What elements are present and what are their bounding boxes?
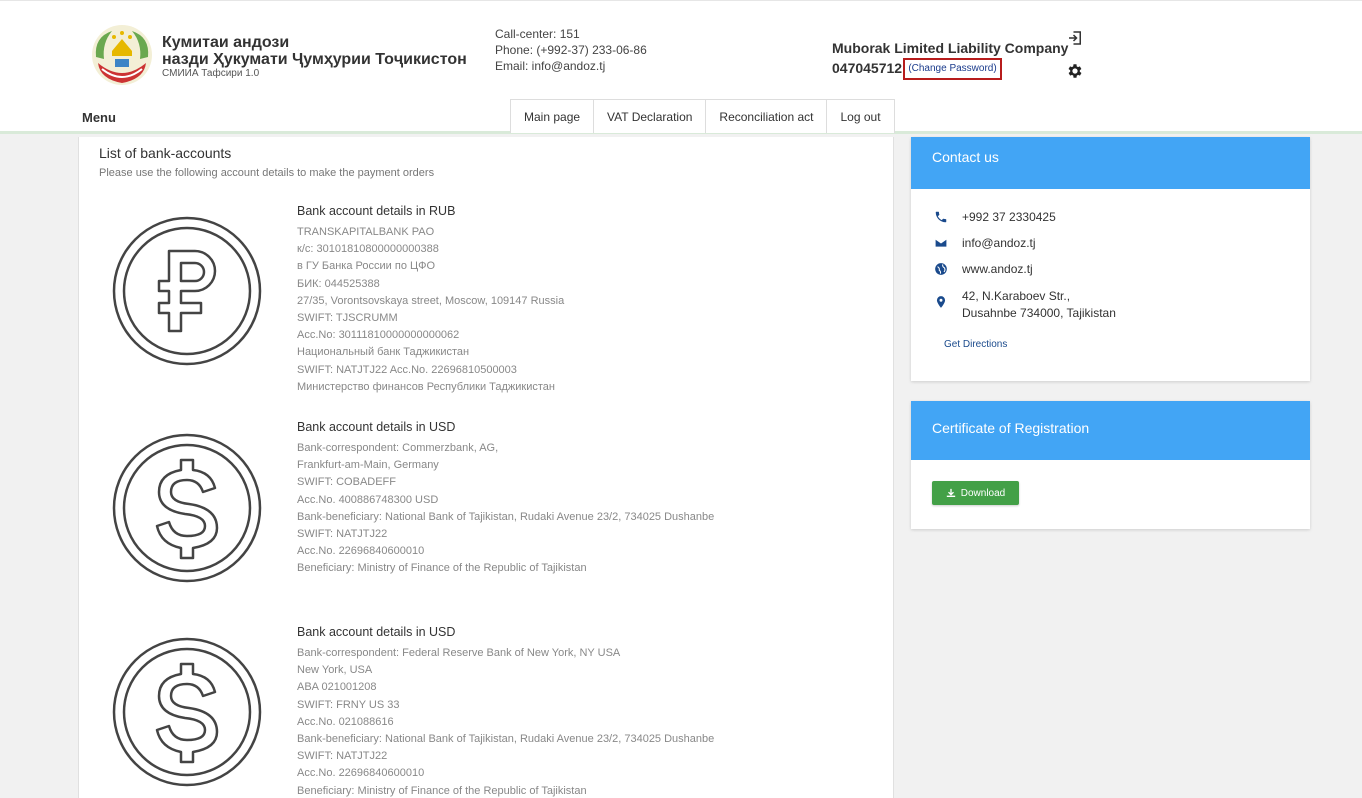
company-name: Muborak Limited Liability Company	[832, 40, 1069, 56]
tab-vat-declaration[interactable]: VAT Declaration	[593, 99, 707, 133]
contact-card-title: Contact us	[911, 137, 1310, 189]
account-line: Bank-beneficiary: National Bank of Tajik…	[297, 510, 715, 523]
account-line: в ГУ Банка России по ЦФО	[297, 260, 436, 273]
globe-icon	[935, 263, 947, 275]
account-line: 27/35, Vorontsovskaya street, Moscow, 10…	[297, 294, 565, 307]
account-line: Beneficiary: Ministry of Finance of the …	[297, 562, 587, 575]
contact-email[interactable]: info@andoz.tj	[962, 236, 1036, 250]
contact-web-row: www.andoz.tj	[934, 262, 1033, 276]
company-tin: 047045712	[832, 60, 903, 76]
organization-name: Кумитаи андози назди Ҳукумати Ҷумҳурии Т…	[162, 34, 467, 80]
ruble-coin-icon	[112, 216, 262, 366]
location-pin-icon	[936, 296, 946, 308]
account-line: БИК: 044525388	[297, 277, 380, 290]
account-heading: Bank account details in USD	[297, 625, 456, 639]
gear-icon[interactable]	[1066, 62, 1084, 80]
page-title: List of bank-accounts	[99, 145, 232, 161]
account-line: Acc.No. 400886748300 USD	[297, 493, 439, 506]
tab-log-out[interactable]: Log out	[826, 99, 895, 133]
page-header: Кумитаи андози назди Ҳукумати Ҷумҳурии Т…	[0, 0, 1362, 134]
certificate-card: Certificate of Registration Download	[911, 401, 1310, 529]
account-line: ABA 021001208	[297, 681, 377, 694]
get-directions-link[interactable]: Get Directions	[944, 339, 1007, 350]
org-name-line2: назди Ҳукумати Ҷумҳурии Тоҷикистон	[162, 51, 467, 68]
callcenter-text: Call-center: 151	[495, 27, 580, 41]
account-line: Bank-beneficiary: National Bank of Tajik…	[297, 733, 715, 746]
account-usd-1: Bank account details in USD Bank-corresp…	[297, 419, 714, 578]
phone-text: Phone: (+992-37) 233-06-86	[495, 43, 647, 57]
account-line: Bank-correspondent: Federal Reserve Bank…	[297, 647, 621, 659]
contact-website[interactable]: www.andoz.tj	[962, 262, 1033, 276]
account-heading: Bank account details in RUB	[297, 204, 456, 218]
account-heading: Bank account details in USD	[297, 420, 456, 434]
contact-address-line2: Dusahnbe 734000, Tajikistan	[962, 306, 1116, 320]
account-line: SWIFT: NATJTJ22	[297, 528, 388, 541]
download-icon	[946, 488, 955, 497]
account-line: Beneficiary: Ministry of Finance of the …	[297, 784, 587, 797]
download-button[interactable]: Download	[932, 481, 1019, 505]
certificate-card-title: Certificate of Registration	[911, 401, 1310, 460]
account-line: Bank-correspondent: Commerzbank, AG,	[297, 442, 499, 454]
mail-icon	[934, 238, 948, 248]
account-line: SWIFT: FRNY US 33	[297, 698, 400, 711]
phone-icon	[935, 211, 947, 223]
change-password-link[interactable]: (Change Password)	[903, 58, 1002, 80]
tab-reconciliation-act[interactable]: Reconciliation act	[705, 99, 828, 133]
contact-address-line1: 42, N.Karaboev Str.,	[962, 289, 1071, 303]
bank-accounts-panel: List of bank-accounts Please use the fol…	[78, 137, 894, 798]
account-line: TRANSKAPITALBANK PAO	[297, 226, 435, 238]
menu-label[interactable]: Menu	[82, 110, 116, 125]
account-line: SWIFT: TJSCRUMM	[297, 312, 398, 325]
account-line: SWIFT: COBADEFF	[297, 476, 396, 489]
account-line: Acc.No. 22696840600010	[297, 767, 425, 780]
header-contact-info: Call-center: 151 Phone: (+992-37) 233-06…	[495, 26, 647, 74]
main-nav-tabs: Main page VAT Declaration Reconciliation…	[510, 99, 895, 133]
account-line: Frankfurt-am-Main, Germany	[297, 459, 439, 472]
account-line: New York, USA	[297, 664, 373, 677]
account-line: Национальный банк Таджикистан	[297, 346, 470, 359]
page-subtitle: Please use the following account details…	[99, 167, 435, 179]
account-usd-2: Bank account details in USD Bank-corresp…	[297, 624, 714, 798]
account-line: Министерство финансов Республики Таджики…	[297, 380, 555, 393]
contact-phone: +992 37 2330425	[962, 210, 1056, 224]
tab-main-page[interactable]: Main page	[510, 99, 595, 133]
account-line: Acc.No. 021088616	[297, 715, 394, 728]
account-line: Acc.No: 30111810000000000062	[297, 329, 460, 342]
tajikistan-emblem-logo	[92, 25, 152, 85]
email-text: Email: info@andoz.tj	[495, 59, 606, 73]
contact-email-row: info@andoz.tj	[934, 236, 1036, 250]
contact-address-row: 42, N.Karaboev Str., Dusahnbe 734000, Ta…	[934, 288, 1116, 322]
org-name-line1: Кумитаи андози	[162, 34, 290, 51]
account-line: SWIFT: NATJTJ22	[297, 750, 388, 763]
account-line: Acc.No. 22696840600010	[297, 545, 425, 558]
account-line: к/с: 30101810800000000388	[297, 243, 439, 256]
dollar-coin-icon	[112, 433, 262, 583]
contact-phone-row: +992 37 2330425	[934, 210, 1056, 224]
contact-card: Contact us +992 37 2330425 info@andoz.tj…	[911, 137, 1310, 381]
account-rub: Bank account details in RUB TRANSKAPITAL…	[297, 203, 564, 396]
org-system-version: СМИИА Тафсири 1.0	[162, 68, 260, 79]
download-label: Download	[960, 487, 1006, 499]
dollar-coin-icon	[112, 637, 262, 787]
account-line: SWIFT: NATJTJ22 Acc.No. 22696810500003	[297, 363, 517, 376]
logout-icon[interactable]	[1066, 29, 1084, 47]
